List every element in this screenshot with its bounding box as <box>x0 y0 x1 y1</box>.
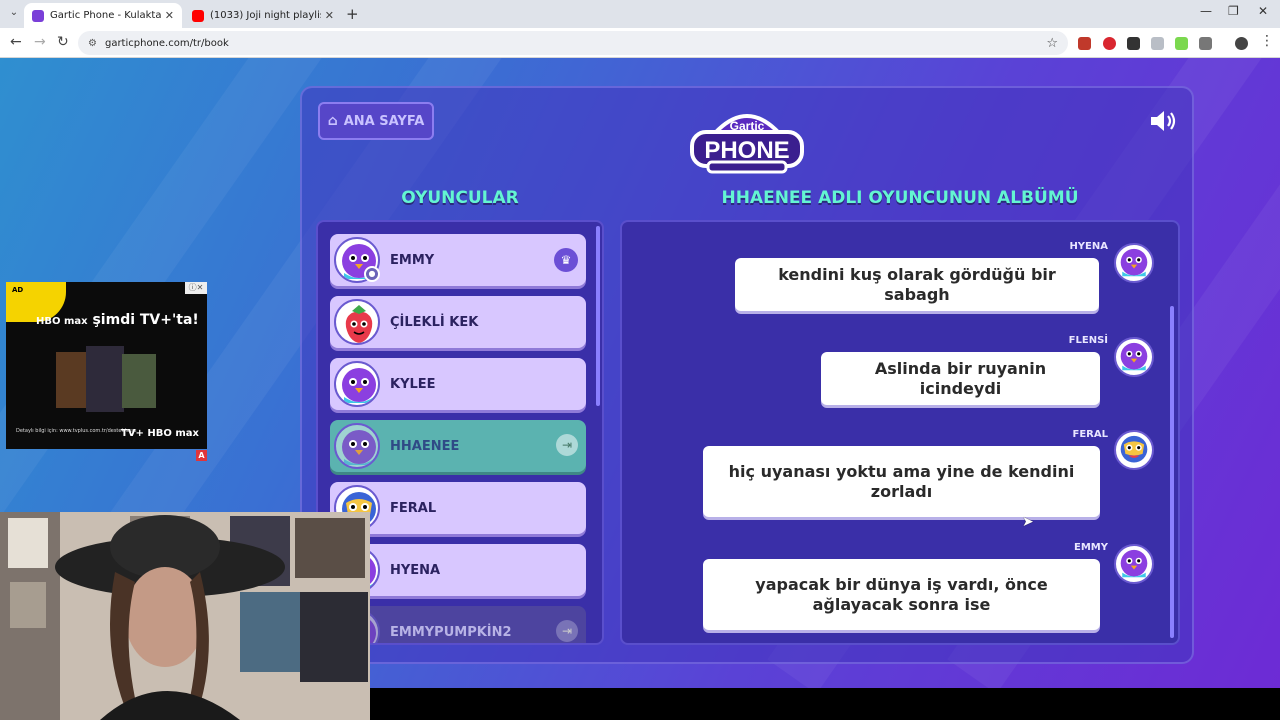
extension-icon[interactable] <box>1127 37 1140 50</box>
advertisement[interactable]: AD ⓘ✕ HBO max şimdi TV+'ta! Detaylı bilg… <box>6 282 207 449</box>
minimize-icon[interactable]: — <box>1200 4 1212 18</box>
site-info-icon[interactable]: ⚙ <box>88 38 97 49</box>
player-name: EMMYPUMPKİN2 <box>390 624 512 640</box>
ad-headline-text: şimdi TV+'ta! <box>92 312 199 328</box>
message-author: HYENA <box>1069 241 1108 252</box>
album-text-bubble: hiç uyanası yoktu ama yine de kendini zo… <box>703 446 1100 517</box>
player-name: ÇİLEKLİ KEK <box>390 314 479 330</box>
bird-avatar <box>1114 243 1154 283</box>
adchoices-icon[interactable]: A <box>196 450 207 461</box>
browser-tab-strip: ⌄ Gartic Phone - Kulaktan Kulağa ✕ (1033… <box>0 0 1280 28</box>
leave-icon: ⇥ <box>556 620 578 642</box>
gartic-phone-logo: Gartic PHONE <box>690 114 804 174</box>
tab-title: Gartic Phone - Kulaktan Kulağa <box>50 10 161 21</box>
album-scrollbar[interactable] <box>1170 306 1174 638</box>
logo-top-text: Gartic <box>730 119 765 133</box>
player-name: HYENA <box>390 562 441 578</box>
menu-kebab-icon[interactable]: ⋮ <box>1260 33 1274 49</box>
message-author: FERAL <box>1072 429 1108 440</box>
extension-icon[interactable] <box>1151 37 1164 50</box>
ad-close-icon[interactable]: ⓘ✕ <box>185 282 207 294</box>
player-card-selected[interactable]: HHAENEE ⇥ <box>330 420 586 472</box>
player-list-scrollbar[interactable] <box>596 226 600 406</box>
extensions-puzzle-icon[interactable] <box>1199 37 1212 50</box>
bird-avatar <box>334 361 380 407</box>
player-name: FERAL <box>390 500 437 516</box>
tab-gartic-phone[interactable]: Gartic Phone - Kulaktan Kulağa ✕ <box>24 3 182 28</box>
url-text: garticphone.com/tr/book <box>104 37 229 49</box>
player-card[interactable]: ÇİLEKLİ KEK <box>330 296 586 348</box>
player-name: KYLEE <box>390 376 436 392</box>
logo-main-text: PHONE <box>704 137 789 164</box>
player-card[interactable]: ● EMMY ♛ <box>330 234 586 286</box>
home-icon: ⌂ <box>327 113 338 129</box>
players-heading: OYUNCULAR <box>401 188 519 208</box>
close-tab-icon[interactable]: ✕ <box>165 9 174 22</box>
wrestler-avatar <box>1114 430 1154 470</box>
address-bar[interactable]: ⚙ garticphone.com/tr/book ☆ <box>78 31 1068 55</box>
strawberry-avatar <box>334 299 380 345</box>
close-window-icon[interactable]: ✕ <box>1258 4 1268 18</box>
extension-icon[interactable] <box>1103 37 1116 50</box>
ad-footer-text: Detaylı bilgi için: www.tvplus.com.tr/de… <box>16 428 137 434</box>
ad-brand: HBO max <box>36 316 88 327</box>
back-icon[interactable]: ← <box>10 34 22 50</box>
leave-icon: ⇥ <box>556 434 578 456</box>
album-text-bubble: Aslinda bir ruyanin icindeydi <box>821 352 1100 405</box>
forward-icon[interactable]: → <box>34 34 46 50</box>
album-text-bubble: yapacak bir dünya iş vardı, önce ağlayac… <box>703 559 1100 630</box>
crown-icon: ♛ <box>554 248 578 272</box>
message-author: FLENSİ <box>1068 335 1108 346</box>
ad-posters-image <box>56 346 156 412</box>
gartic-favicon-icon <box>32 9 44 22</box>
tab-title: (1033) Joji night playlist | pr... <box>210 10 321 21</box>
restore-icon[interactable]: ❐ <box>1228 4 1239 18</box>
sound-icon[interactable] <box>1148 108 1178 134</box>
ad-logo: TV+ HBO max <box>120 428 199 439</box>
close-tab-icon[interactable]: ✕ <box>325 9 334 22</box>
user-icon: ● <box>364 266 380 282</box>
webcam-overlay <box>0 512 370 720</box>
profile-avatar[interactable] <box>1235 37 1248 50</box>
tab-youtube[interactable]: (1033) Joji night playlist | pr... ✕ <box>184 3 342 28</box>
letterbox-bar <box>370 688 1280 720</box>
tab-search-icon[interactable]: ⌄ <box>6 5 22 21</box>
new-tab-icon[interactable]: + <box>346 5 359 23</box>
player-card[interactable]: KYLEE <box>330 358 586 410</box>
album-heading: HHAENEE ADLI OYUNCUNUN ALBÜMÜ <box>721 188 1079 208</box>
bird-avatar <box>1114 337 1154 377</box>
reload-icon[interactable]: ↻ <box>57 34 69 50</box>
bookmark-star-icon[interactable]: ☆ <box>1046 36 1058 51</box>
youtube-favicon-icon <box>192 9 204 22</box>
player-name: EMMY <box>390 252 435 268</box>
player-name: HHAENEE <box>390 438 460 454</box>
home-label: ANA SAYFA <box>343 113 425 129</box>
address-toolbar: ← → ↻ ⚙ garticphone.com/tr/book ☆ ⋮ <box>0 28 1280 58</box>
home-button[interactable]: ⌂ ANA SAYFA <box>318 102 434 140</box>
extension-icon[interactable] <box>1078 37 1091 50</box>
mouse-cursor-icon: ➤ <box>1022 514 1034 530</box>
bird-avatar <box>334 423 380 469</box>
message-author: EMMY <box>1074 542 1108 553</box>
ad-badge: AD <box>12 286 24 294</box>
album-text-bubble: kendini kuş olarak gördüğü bir sabagh <box>735 258 1099 311</box>
extension-icon[interactable] <box>1175 37 1188 50</box>
ad-headline: HBO max şimdi TV+'ta! <box>36 312 199 328</box>
bird-avatar <box>1114 544 1154 584</box>
